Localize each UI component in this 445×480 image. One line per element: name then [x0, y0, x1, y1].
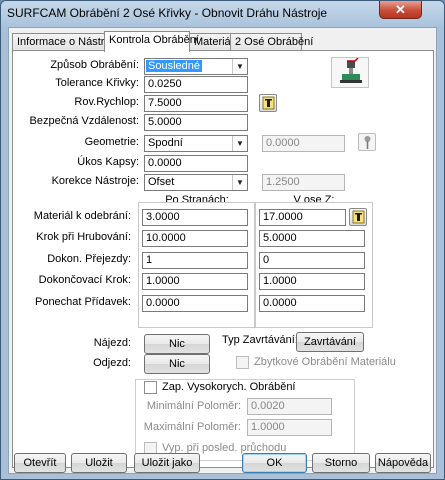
curve-tolerance-input[interactable]: 0.0250 — [144, 76, 248, 93]
lead-out-label: Odjezd: — [93, 357, 131, 369]
lead-in-label: Nájezd: — [93, 337, 131, 349]
dialog-client: Informace o Nástroji Kontrola Obrábění M… — [8, 27, 437, 474]
window-title: SURFCAM Obrábění 2 Osé Křivky - Obnovit … — [7, 6, 328, 20]
pocket-draft-label: Úkos Kapsy: — [77, 156, 139, 168]
safe-distance-input[interactable]: 5.0000 — [144, 114, 248, 131]
roughing-step-side-input[interactable]: 10.0000 — [142, 230, 248, 247]
close-icon: ✕ — [395, 2, 406, 17]
machining-method-select[interactable]: Sousledné ▼ — [144, 58, 248, 75]
cancel-button[interactable]: Storno — [312, 453, 370, 473]
tab-machining-control[interactable]: Kontrola Obrábění — [104, 31, 199, 52]
pocket-draft-input[interactable]: 0.0000 — [144, 155, 248, 172]
rapid-plane-label: Rov.Rychlop: — [74, 96, 139, 108]
tab-2axis-machining[interactable]: 2 Osé Obrábění — [230, 33, 313, 51]
stock-to-remove-z-pick-button[interactable] — [349, 208, 367, 226]
high-speed-label: Zap. Vysokorych. Obrábění — [162, 381, 296, 393]
tab-tool-info[interactable]: Informace o Nástroji — [12, 33, 115, 51]
tab-pane: Způsob Obrábění: Sousledné ▼ Tolerance K… — [12, 50, 434, 468]
save-button[interactable]: Uložit — [71, 453, 127, 473]
help-button[interactable]: Nápověda — [375, 453, 431, 473]
max-radius-label: Maximální Poloměr: — [143, 421, 241, 433]
finish-step-side-input[interactable]: 1.0000 — [142, 273, 248, 290]
title-bar: SURFCAM Obrábění 2 Osé Křivky - Obnovit … — [1, 1, 444, 27]
geometry-extra-input: 0.0000 — [262, 135, 345, 152]
min-radius-label: Minimální Poloměr: — [146, 400, 241, 412]
stock-to-remove-z-input[interactable]: 17.0000 — [259, 209, 346, 226]
pick-icon — [262, 96, 275, 110]
safe-distance-label: Bezpečná Vzdálenost: — [29, 115, 139, 127]
curve-tolerance-label: Tolerance Křivky: — [55, 77, 139, 89]
leave-stock-side-input[interactable]: 0.0000 — [142, 295, 248, 312]
lead-in-button[interactable]: Nic — [144, 334, 210, 354]
roughing-step-z-input[interactable]: 5.0000 — [259, 230, 365, 247]
geometry-select[interactable]: Spodní ▼ — [144, 135, 248, 152]
plunge-type-button[interactable]: Zavrtávání — [296, 332, 364, 352]
geometry-value: Spodní — [148, 137, 183, 149]
lead-out-button[interactable]: Nic — [144, 354, 210, 374]
tool-compensation-extra-input: 1.2500 — [262, 174, 345, 191]
rapid-plane-pick-button[interactable] — [259, 94, 277, 112]
ok-button[interactable]: OK — [242, 453, 307, 473]
finish-passes-side-input[interactable]: 1 — [142, 252, 248, 269]
save-as-button[interactable]: Uložit jako — [134, 453, 200, 473]
tool-compensation-label: Korekce Nástroje: — [51, 175, 139, 187]
tool-preview-icon — [331, 57, 369, 88]
table-row-label: Krok při Hrubování: — [36, 231, 131, 243]
pin-icon — [364, 136, 371, 149]
open-button[interactable]: Otevřít — [14, 453, 66, 473]
machining-method-value: Sousledné — [146, 60, 202, 72]
rapid-plane-input[interactable]: 7.5000 — [144, 95, 248, 112]
plunge-type-label: Typ Zavrtávání: — [222, 334, 298, 346]
finish-step-z-input[interactable]: 1.0000 — [259, 273, 365, 290]
table-row-label: Dokon. Přejezdy: — [47, 253, 131, 265]
leave-stock-z-input[interactable]: 0.0000 — [259, 295, 365, 312]
rest-machining-label: Zbytkové Obrábění Materiálu — [254, 356, 396, 368]
min-radius-input: 0.0020 — [247, 398, 332, 415]
finish-passes-z-input[interactable]: 0 — [259, 252, 365, 269]
chevron-down-icon: ▼ — [232, 136, 247, 151]
pick-icon — [352, 210, 365, 224]
table-row-label: Materiál k odebrání: — [33, 210, 131, 222]
table-row-label: Ponechat Přídavek: — [34, 296, 131, 308]
dialog-window: SURFCAM Obrábění 2 Osé Křivky - Obnovit … — [0, 0, 445, 480]
rest-machining-checkbox[interactable] — [236, 356, 249, 369]
table-row-label: Dokončovací Krok: — [38, 274, 131, 286]
high-speed-checkbox[interactable] — [144, 381, 157, 394]
tool-compensation-value: Ofset — [148, 176, 175, 188]
geometry-pin-button[interactable] — [358, 133, 376, 151]
chevron-down-icon: ▼ — [232, 59, 247, 74]
tool-compensation-select[interactable]: Ofset ▼ — [144, 174, 248, 191]
machining-method-label: Způsob Obrábění: — [50, 59, 139, 71]
chevron-down-icon: ▼ — [232, 175, 247, 190]
max-radius-input: 1.0000 — [247, 419, 332, 436]
stock-to-remove-side-input[interactable]: 3.0000 — [142, 209, 248, 226]
close-button[interactable]: ✕ — [379, 1, 422, 19]
geometry-label: Geometrie: — [84, 136, 139, 148]
